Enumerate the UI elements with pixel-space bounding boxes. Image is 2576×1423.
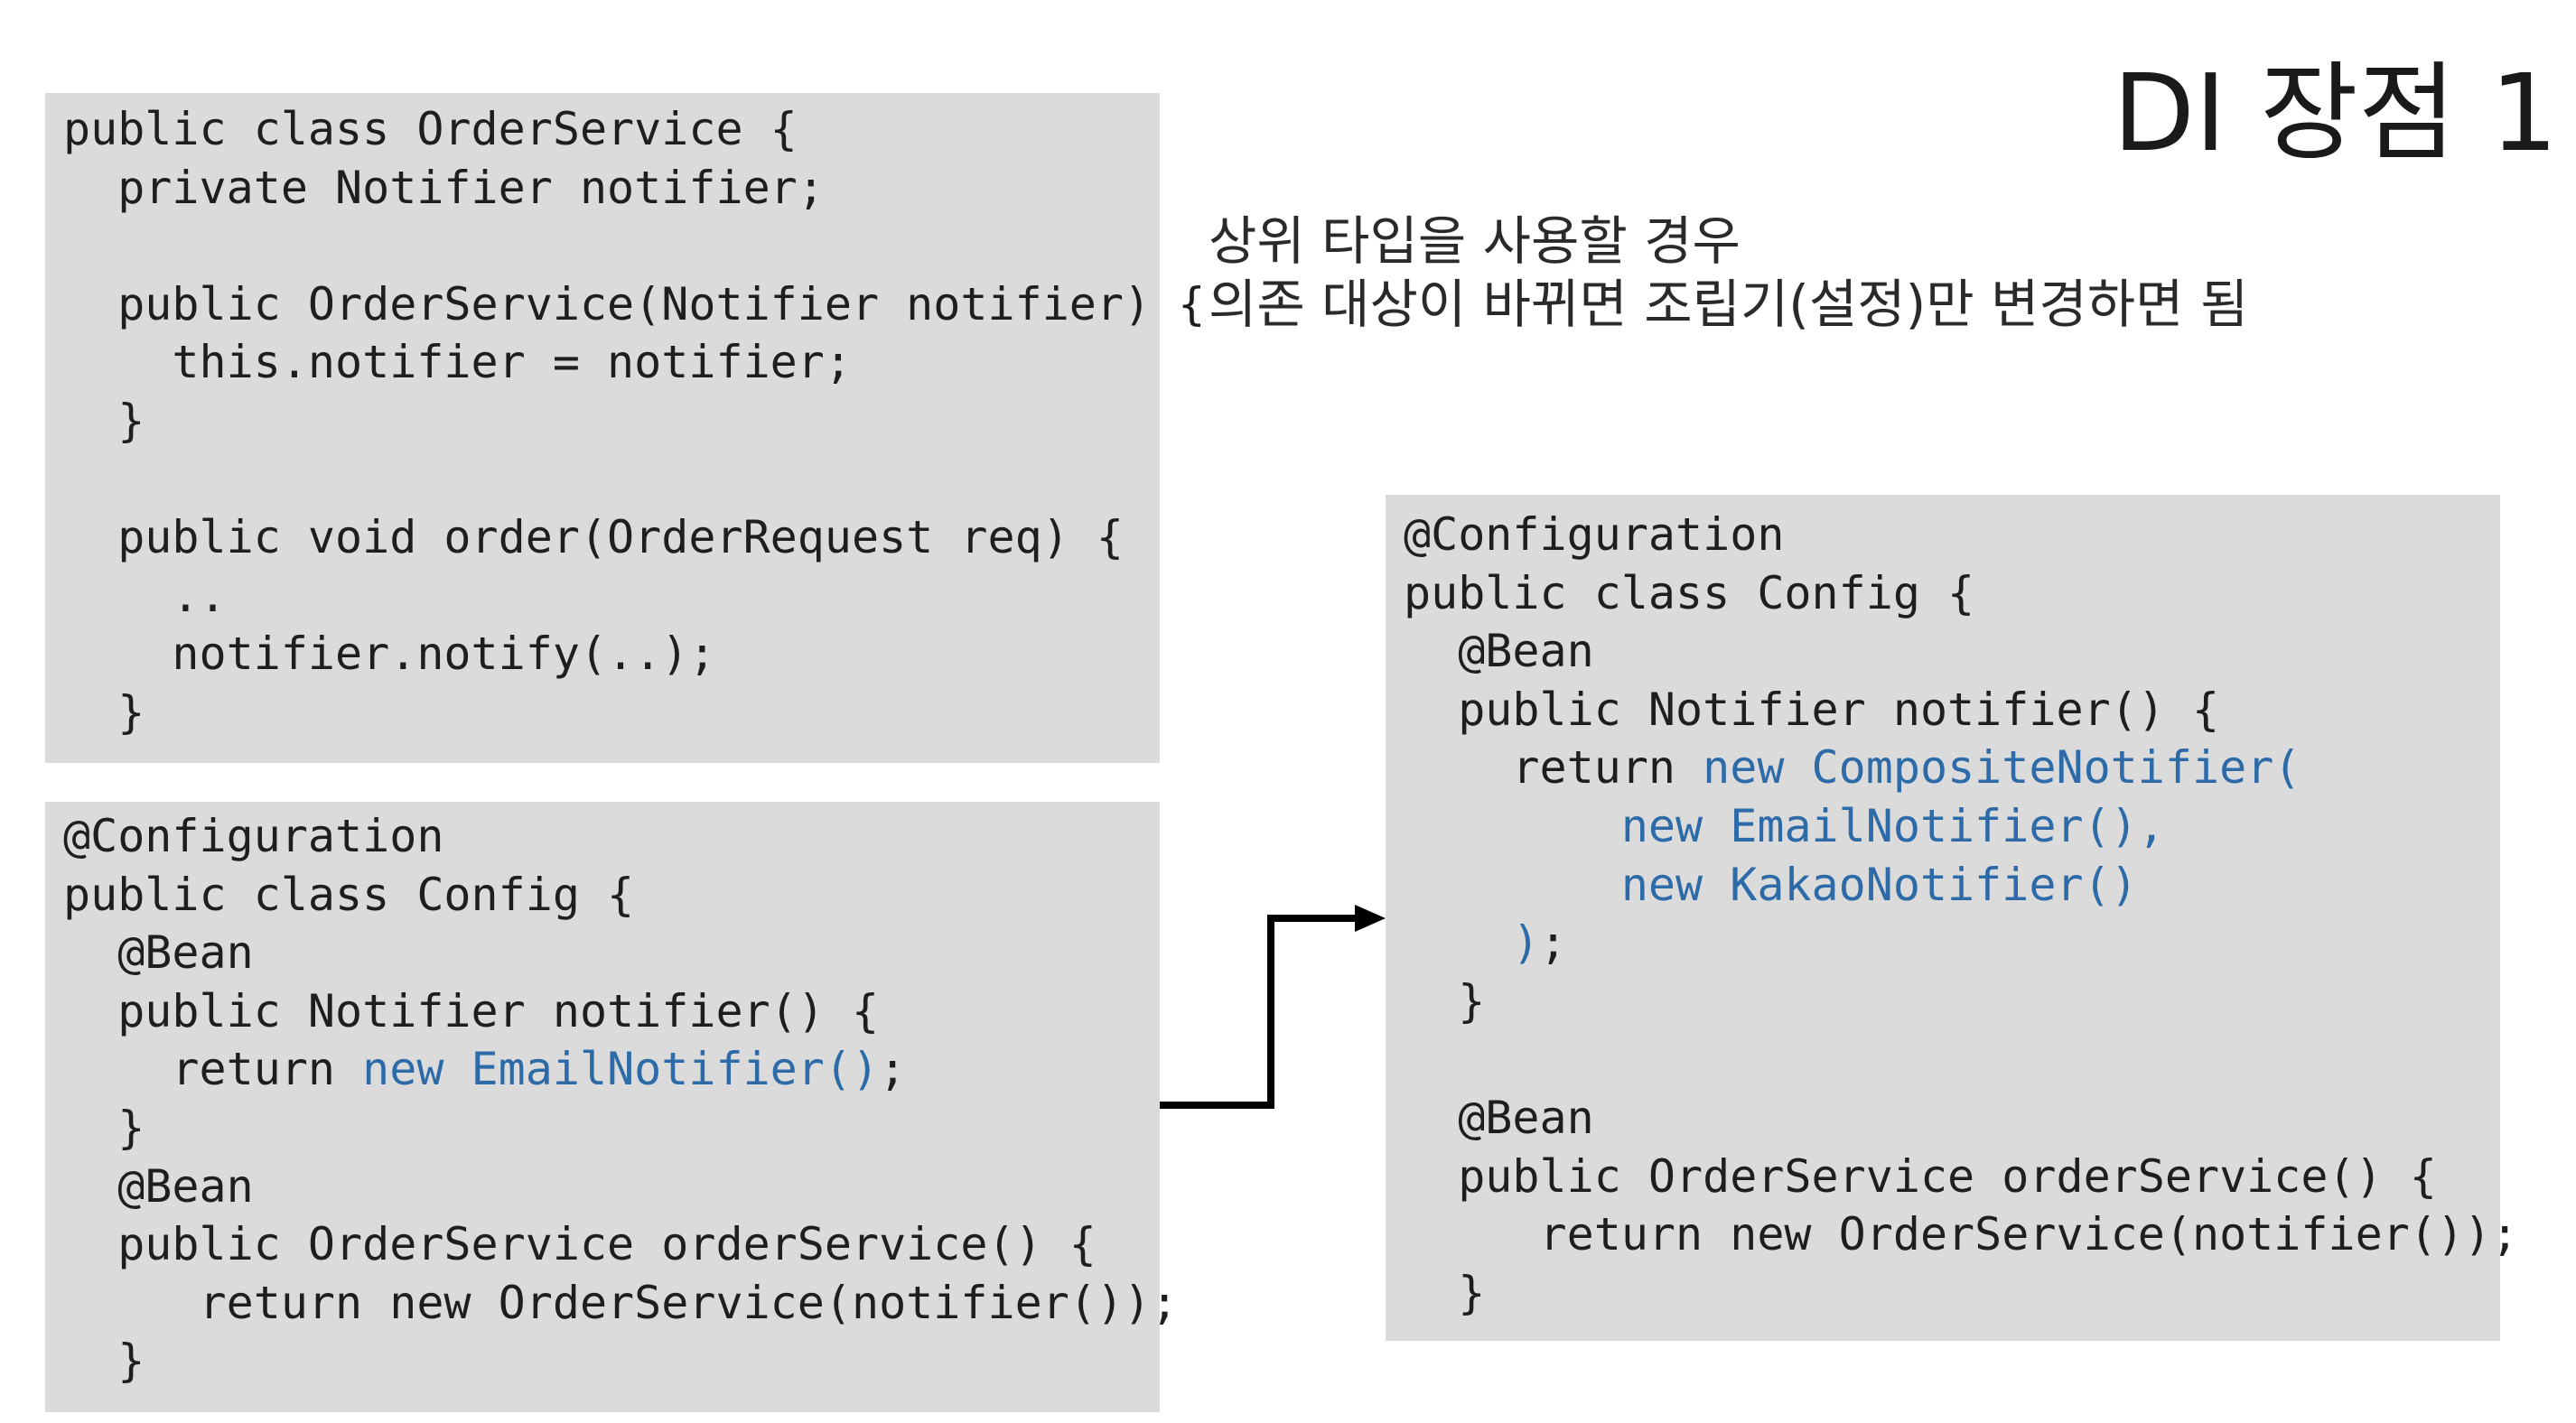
highlighted-code: new KakaoNotifier() — [1620, 858, 2138, 911]
code-line: public Notifier notifier() { — [63, 984, 880, 1037]
config-after-code-block: @Configuration public class Config { @Bea… — [1386, 495, 2519, 1341]
highlighted-code: new CompositeNotifier( — [1703, 741, 2301, 795]
code-line: private Notifier notifier; — [63, 161, 825, 214]
highlighted-code: new EmailNotifier() — [362, 1043, 880, 1096]
code-line: notifier.notify(..); — [63, 628, 716, 681]
arrow-line — [1160, 915, 1357, 1109]
code-line: .. — [63, 569, 227, 622]
order-service-code-block: public class OrderService { private Noti… — [45, 93, 1206, 763]
code-line: public void order(OrderRequest req) { — [63, 511, 1124, 564]
description-line-1: 상위 타입을 사용할 경우 — [1209, 210, 1741, 272]
code-line: return new OrderService(notifier()); — [1404, 1208, 2519, 1261]
code-line-mixed: new EmailNotifier(), — [1404, 797, 2500, 856]
code-line: public OrderService orderService() { — [63, 1218, 1097, 1271]
code-line: @Bean — [63, 926, 254, 980]
code-line: public OrderService(Notifier notifier) { — [63, 277, 1206, 330]
code-line-mixed: ); — [1404, 914, 2500, 972]
code-line-mixed: new KakaoNotifier() — [1404, 856, 2500, 915]
code-line: public class OrderService { — [63, 103, 798, 155]
code-line: public OrderService orderService() { — [1404, 1149, 2437, 1203]
slide-title: DI 장점 1 — [2113, 51, 2558, 175]
code-line: } — [63, 1335, 145, 1388]
code-text: ; — [879, 1043, 907, 1096]
config-before-code-block: @Configuration public class Config { @Bea… — [45, 802, 1179, 1412]
code-line: this.notifier = notifier; — [63, 336, 852, 389]
code-line-mixed: return new EmailNotifier(); — [63, 1040, 1160, 1099]
code-text: return — [1404, 741, 1703, 795]
code-line: public class Config { — [1404, 566, 1975, 619]
highlighted-code: new EmailNotifier(), — [1620, 799, 2165, 852]
code-line: } — [63, 394, 145, 447]
code-line: @Bean — [1404, 1091, 1594, 1144]
code-line: } — [63, 1101, 145, 1154]
description: 상위 타입을 사용할 경우 의존 대상이 바뀌면 조립기(설정)만 변경하면 됨 — [1209, 209, 2248, 336]
code-line-mixed: return new CompositeNotifier( — [1404, 739, 2500, 797]
code-line: } — [63, 685, 145, 739]
code-line: } — [1404, 1266, 1486, 1319]
code-line: public class Config { — [63, 868, 635, 921]
code-line: @Configuration — [1404, 508, 1785, 561]
arrow-head-icon — [1355, 905, 1386, 932]
code-line: @Bean — [1404, 625, 1594, 678]
code-line: public Notifier notifier() { — [1404, 683, 2220, 736]
code-text: ; — [1539, 916, 1567, 970]
description-line-2: 의존 대상이 바뀌면 조립기(설정)만 변경하면 됨 — [1209, 274, 2249, 335]
code-line: @Configuration — [63, 810, 444, 862]
highlighted-code: ) — [1512, 916, 1540, 970]
code-text: return — [63, 1043, 363, 1096]
code-line: return new OrderService(notifier()); — [63, 1276, 1179, 1329]
code-line: } — [1404, 974, 1486, 1028]
code-line: @Bean — [63, 1159, 254, 1213]
